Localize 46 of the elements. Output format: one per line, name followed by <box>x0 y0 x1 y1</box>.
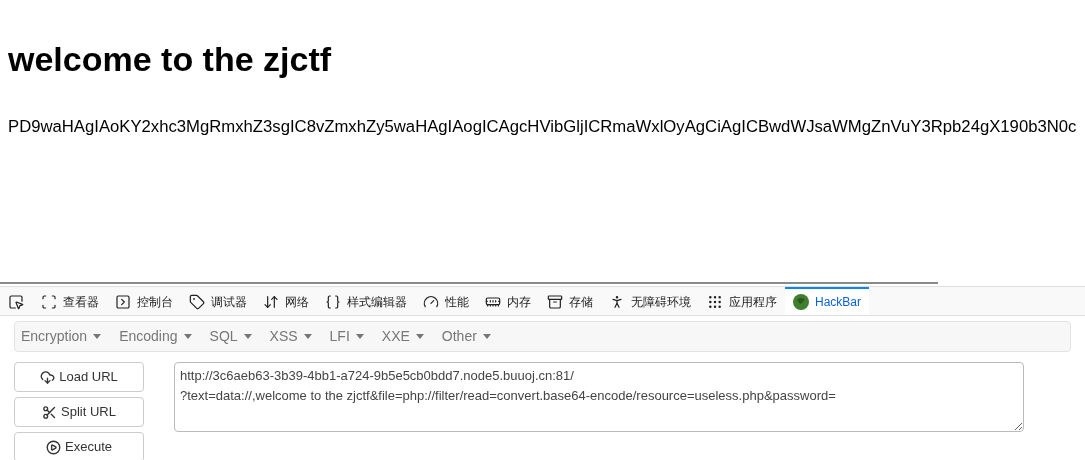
devtools-tab[interactable]: 查看器 <box>33 287 107 315</box>
devtools-tab[interactable]: 存储 <box>539 287 601 315</box>
gauge-icon <box>423 294 439 310</box>
page-heading: welcome to the zjctf <box>8 42 333 76</box>
menu-dropdown[interactable]: Encryption <box>21 326 102 347</box>
url-field[interactable]: http://3c6aeb63-3b39-4bb1-a724-9b5e5cb0bdd7.node5.buuoj.cn:81/ ?text=data://,welcome to the zjctf&file=php://filter/read=convert.base64-encode/resource=useless.php&password= <box>174 362 1024 432</box>
menu-dropdown[interactable]: XXE <box>381 326 424 347</box>
menu-dropdown[interactable]: SQL <box>209 326 252 347</box>
globe-icon <box>793 294 809 310</box>
devtools-tab[interactable]: 控制台 <box>107 287 181 315</box>
menu-dropdown[interactable]: LFI <box>329 326 364 347</box>
caret-icon <box>243 334 252 339</box>
caret-icon <box>482 334 491 339</box>
cloud-download-icon <box>40 369 56 385</box>
devtools-tab[interactable]: 网络 <box>255 287 317 315</box>
chip-icon <box>485 294 501 310</box>
caret-icon <box>93 334 102 339</box>
devtools-tab[interactable]: 应用程序 <box>699 287 785 315</box>
person-icon <box>609 294 625 310</box>
hackbar-button[interactable]: Execute <box>14 432 144 460</box>
caret-icon <box>183 334 192 339</box>
hackbar-button[interactable]: Load URL <box>14 362 144 392</box>
devtools-tab[interactable]: 样式编辑器 <box>317 287 415 315</box>
arrows-icon <box>263 294 279 310</box>
devtools-tab[interactable]: 调试器 <box>181 287 255 315</box>
tag-icon <box>189 294 205 310</box>
braces-icon <box>325 294 341 310</box>
devtools-tab[interactable]: HackBar <box>785 287 869 315</box>
hackbar-button[interactable]: Split URL <box>14 397 144 427</box>
caret-icon <box>355 334 364 339</box>
menu-dropdown[interactable]: Other <box>441 326 491 347</box>
menu-dropdown[interactable]: Encoding <box>119 326 192 347</box>
devtools-tab[interactable]: 内存 <box>477 287 539 315</box>
menu-dropdown[interactable]: XSS <box>269 326 312 347</box>
pointer-icon <box>8 294 24 310</box>
dots-grid-icon <box>707 294 723 310</box>
play-icon <box>46 439 61 455</box>
encoded-text: PD9waHAgIAoKY2xhc3MgRmxhZ3sgIC8vZmxhZy5waHAgIAogICAgcHVibGljICRmaWxlOyAgCiAgICBwdWJsaWMgZnVuY3Rpb24gX190b3N0c <box>8 116 1077 138</box>
caret-icon <box>303 334 312 339</box>
devtools-tab[interactable]: 性能 <box>415 287 477 315</box>
devtools-tab[interactable]: 无障碍环境 <box>601 287 699 315</box>
caret-icon <box>415 334 424 339</box>
scissors-icon <box>42 404 58 420</box>
console-icon <box>115 294 131 310</box>
cabinet-icon <box>547 294 563 310</box>
frame-icon <box>41 294 57 310</box>
